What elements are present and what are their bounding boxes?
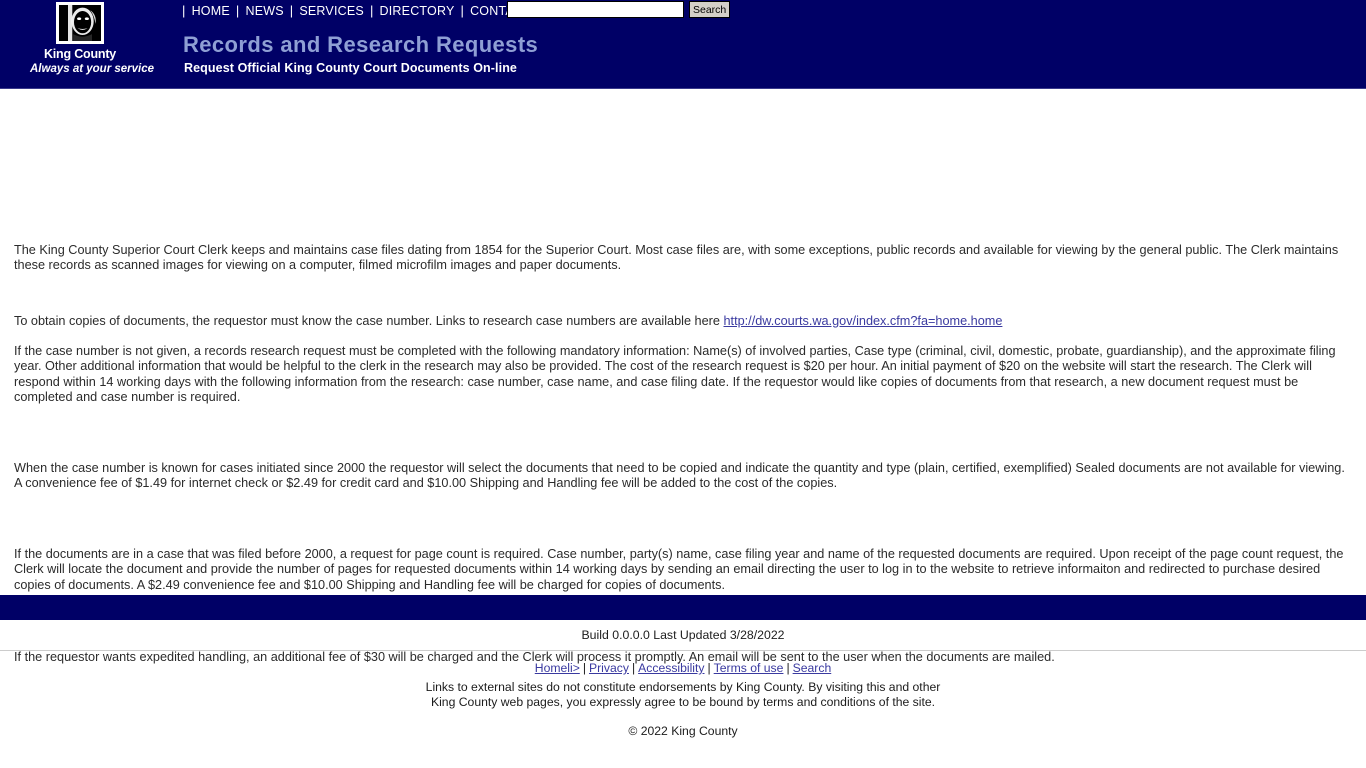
search-input[interactable] bbox=[507, 1, 684, 18]
build-version-text: Build 0.0.0.0 Last Updated 3/28/2022 bbox=[0, 620, 1366, 650]
nav-separator: | bbox=[369, 3, 374, 18]
nav-separator: | bbox=[182, 3, 186, 18]
footer-accent-bar bbox=[0, 595, 1366, 620]
expedited-handling-paragraph: If the requestor wants expedited handlin… bbox=[14, 649, 1055, 664]
research-request-paragraph: If the case number is not given, a recor… bbox=[14, 343, 1336, 405]
top-navigation: | HOME | NEWS | SERVICES | DIRECTORY | C… bbox=[176, 2, 547, 19]
king-county-mlk-logo-icon bbox=[56, 2, 104, 44]
obtain-copies-text: To obtain copies of documents, the reque… bbox=[14, 313, 724, 328]
footer-disclaimer: Links to external sites do not constitut… bbox=[0, 675, 1366, 710]
footer-disclaimer-line-1: Links to external sites do not constitut… bbox=[425, 680, 941, 694]
nav-item-directory[interactable]: DIRECTORY bbox=[380, 4, 455, 18]
page-title: Records and Research Requests bbox=[183, 32, 539, 57]
footer-copyright: © 2022 King County bbox=[628, 724, 738, 738]
obtain-copies-paragraph: To obtain copies of documents, the reque… bbox=[14, 314, 1352, 330]
search-button[interactable]: Search bbox=[689, 1, 731, 18]
nav-separator: | bbox=[235, 3, 240, 18]
intro-paragraph: The King County Superior Court Clerk kee… bbox=[14, 242, 1339, 273]
post-2000-cases-paragraph: When the case number is known for cases … bbox=[14, 460, 1345, 491]
courts-research-link[interactable]: http://dw.courts.wa.gov/index.cfm?fa=hom… bbox=[723, 314, 1002, 328]
pre-2000-cases-paragraph: If the documents are in a case that was … bbox=[14, 546, 1344, 592]
site-header: King County Always at your service | HOM… bbox=[0, 0, 1366, 88]
nav-item-news[interactable]: NEWS bbox=[245, 4, 283, 18]
page-subtitle: Request Official King County Court Docum… bbox=[184, 61, 517, 75]
footer-disclaimer-line-2: King County web pages, you expressly agr… bbox=[430, 695, 936, 709]
logo-tagline-text: Always at your service bbox=[30, 63, 155, 75]
nav-separator: | bbox=[289, 3, 294, 18]
header-search-form: Search bbox=[507, 1, 731, 18]
logo-name-text: King County bbox=[43, 47, 117, 61]
king-county-logo[interactable]: King County Always at your service bbox=[30, 0, 155, 76]
main-content: The King County Superior Court Clerk kee… bbox=[0, 89, 1366, 664]
nav-item-services[interactable]: SERVICES bbox=[299, 4, 364, 18]
nav-item-home[interactable]: HOME bbox=[192, 4, 230, 18]
nav-separator: | bbox=[460, 3, 465, 18]
